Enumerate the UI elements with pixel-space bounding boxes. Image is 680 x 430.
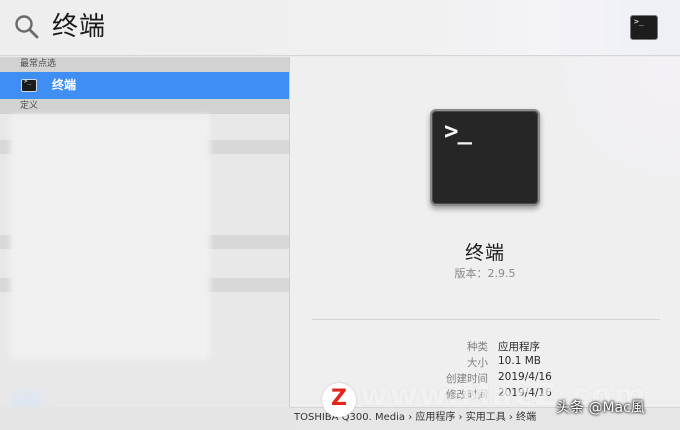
meta-value: 应用程序 xyxy=(498,341,540,353)
meta-row-size: 大小 10.1 MB xyxy=(290,355,680,370)
meta-row-kind: 种类 应用程序 xyxy=(290,339,680,354)
preview-panel: >_ 终端 版本：2.9.5 种类 应用程序 大小 10.1 MB 创建时间 2… xyxy=(290,57,680,407)
terminal-app-icon[interactable]: >_ xyxy=(430,109,540,206)
app-version: 版本：2.9.5 xyxy=(454,267,516,280)
results-list: 最常点选 >_ 终端 定义 xyxy=(0,57,289,430)
meta-key: 大小 xyxy=(467,357,488,369)
watermark-logo-letter: Z xyxy=(331,386,347,411)
search-input[interactable]: 终端 xyxy=(52,9,106,45)
section-header-definition: 定义 xyxy=(0,99,289,114)
meta-value: 10.1 MB xyxy=(498,355,541,367)
background-glow xyxy=(550,57,680,217)
search-icon xyxy=(15,15,39,39)
blurred-content xyxy=(10,115,210,360)
terminal-icon: >_ xyxy=(21,78,37,92)
divider xyxy=(312,319,660,320)
watermark-credit: 头条 @Mac風 xyxy=(556,400,645,416)
spotlight-search-bar: 终端 >_ xyxy=(0,0,680,56)
terminal-icon: >_ xyxy=(630,15,658,40)
meta-key: 种类 xyxy=(467,341,488,353)
result-item-label: 终端 xyxy=(52,78,77,92)
section-header-top-hits: 最常点选 xyxy=(0,57,289,72)
result-item-terminal[interactable]: >_ 终端 xyxy=(0,72,289,99)
terminal-prompt-glyph: >_ xyxy=(24,78,32,85)
terminal-prompt-glyph: >_ xyxy=(634,17,644,26)
blurred-results xyxy=(0,115,289,430)
list-footer xyxy=(0,407,290,430)
watermark-logo: Z xyxy=(322,383,356,417)
terminal-prompt-glyph: >_ xyxy=(444,117,472,145)
app-name: 终端 xyxy=(464,242,505,264)
